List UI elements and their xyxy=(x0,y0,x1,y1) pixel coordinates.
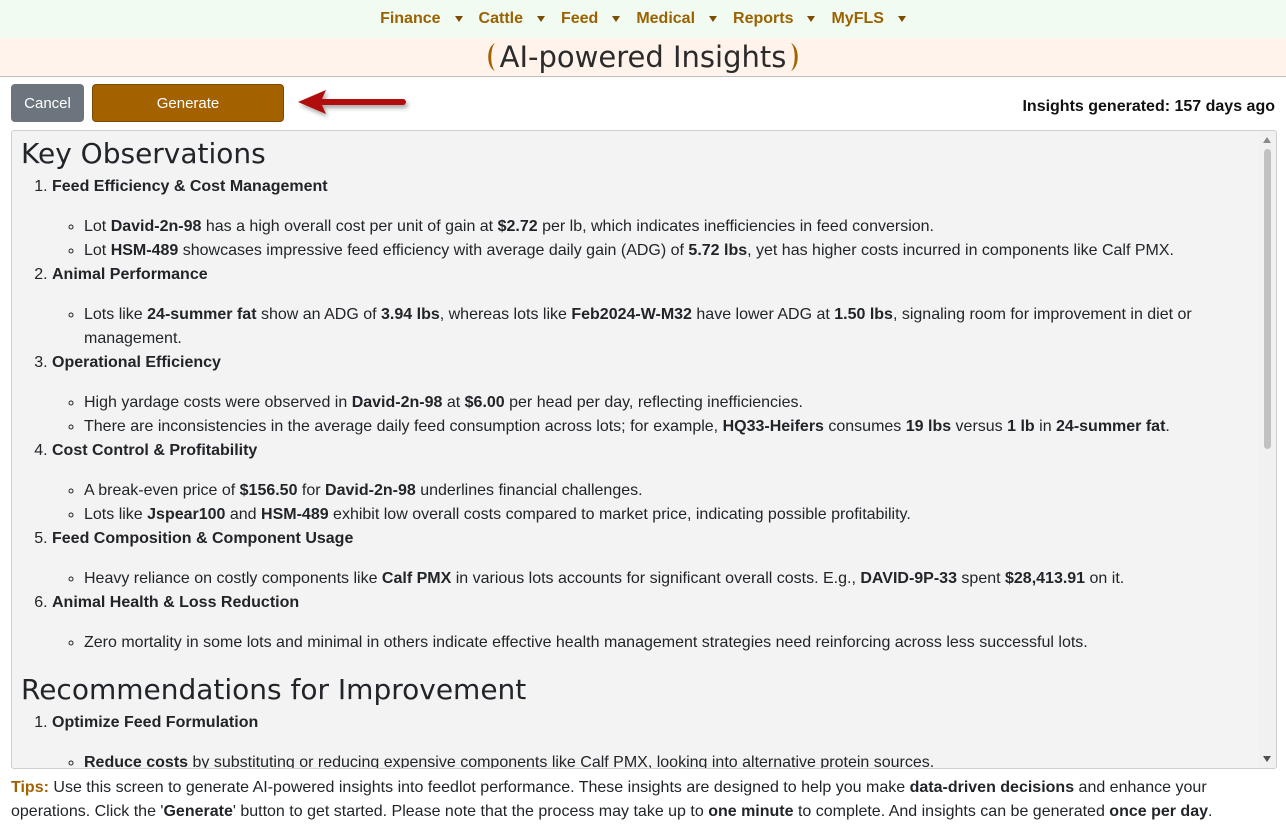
nav-label: Reports xyxy=(733,10,794,27)
left-arrow-icon xyxy=(298,90,406,114)
scrollbar[interactable] xyxy=(1259,131,1276,768)
nav-cattle[interactable]: Cattle xyxy=(479,10,545,28)
list-item: Lots like Jspear100 and HSM-489 exhibit … xyxy=(84,503,1256,527)
observation-title: Animal Performance xyxy=(52,266,208,283)
list-item: A break-even price of $156.50 for David-… xyxy=(84,479,1256,503)
observation-title: Feed Composition & Component Usage xyxy=(52,530,354,547)
nav-reports[interactable]: Reports xyxy=(733,10,816,28)
recommendations-heading: Recommendations for Improvement xyxy=(21,673,527,706)
left-ornament-icon xyxy=(487,43,495,71)
list-item: There are inconsistencies in the average… xyxy=(84,415,1256,439)
list-item: Zero mortality in some lots and minimal … xyxy=(84,631,1256,655)
nav-myfls[interactable]: MyFLS xyxy=(831,10,906,28)
top-nav: Finance Cattle Feed Medical Reports MyFL… xyxy=(0,0,1286,38)
cancel-button[interactable]: Cancel xyxy=(11,84,84,122)
title-banner: AI-powered Insights xyxy=(0,38,1286,77)
caret-down-icon xyxy=(897,16,906,22)
caret-down-icon xyxy=(709,16,718,22)
nav-feed[interactable]: Feed xyxy=(560,10,621,28)
list-item: Heavy reliance on costly components like… xyxy=(84,567,1256,591)
nav-label: Cattle xyxy=(478,10,523,27)
generate-button[interactable]: Generate xyxy=(92,84,284,122)
caret-down-icon xyxy=(612,16,621,22)
nav-medical[interactable]: Medical xyxy=(636,10,718,28)
recommendations-list: Optimize Feed Formulation Reduce costs b… xyxy=(21,711,1256,768)
nav-label: MyFLS xyxy=(831,10,884,27)
right-ornament-icon xyxy=(791,43,799,71)
page-title: AI-powered Insights xyxy=(499,40,787,74)
list-item: Operational Efficiency High yardage cost… xyxy=(52,351,1256,439)
list-item: Lot HSM-489 showcases impressive feed ef… xyxy=(84,239,1256,263)
observation-title: Operational Efficiency xyxy=(52,354,221,371)
scroll-down-arrow-icon[interactable] xyxy=(1263,756,1271,762)
observation-title: Animal Health & Loss Reduction xyxy=(52,594,300,611)
list-item: Cost Control & Profitability A break-eve… xyxy=(52,439,1256,527)
recommendation-title: Optimize Feed Formulation xyxy=(52,714,259,731)
list-item: Lot David-2n-98 has a high overall cost … xyxy=(84,215,1256,239)
list-item: Feed Efficiency & Cost Management Lot Da… xyxy=(52,175,1256,263)
insights-panel[interactable]: Key Observations Feed Efficiency & Cost … xyxy=(11,130,1277,769)
tips-label: Tips: xyxy=(11,779,49,796)
scroll-thumb[interactable] xyxy=(1264,149,1271,449)
list-item: Lots like 24-summer fat show an ADG of 3… xyxy=(84,303,1256,351)
scroll-up-arrow-icon[interactable] xyxy=(1263,137,1271,143)
observation-title: Feed Efficiency & Cost Management xyxy=(52,178,328,195)
list-item: Reduce costs by substituting or reducing… xyxy=(84,751,1256,768)
caret-down-icon xyxy=(454,16,463,22)
nav-label: Feed xyxy=(560,10,599,27)
list-item: High yardage costs were observed in Davi… xyxy=(84,391,1256,415)
list-item: Feed Composition & Component Usage Heavy… xyxy=(52,527,1256,591)
list-item: Optimize Feed Formulation Reduce costs b… xyxy=(52,711,1256,768)
nav-label: Finance xyxy=(380,10,441,27)
nav-finance[interactable]: Finance xyxy=(380,10,463,28)
tips-text: Tips: Use this screen to generate AI-pow… xyxy=(11,779,1213,820)
observation-title: Cost Control & Profitability xyxy=(52,442,258,459)
caret-down-icon xyxy=(536,16,545,22)
list-item: Animal Health & Loss Reduction Zero mort… xyxy=(52,591,1256,655)
list-item: Animal Performance Lots like 24-summer f… xyxy=(52,263,1256,351)
caret-down-icon xyxy=(807,16,816,22)
insights-content: Key Observations Feed Efficiency & Cost … xyxy=(21,131,1256,768)
nav-label: Medical xyxy=(636,10,696,27)
key-observations-heading: Key Observations xyxy=(21,137,266,170)
observations-list: Feed Efficiency & Cost Management Lot Da… xyxy=(21,175,1256,655)
last-generated-status: Insights generated: 157 days ago xyxy=(1022,98,1275,115)
